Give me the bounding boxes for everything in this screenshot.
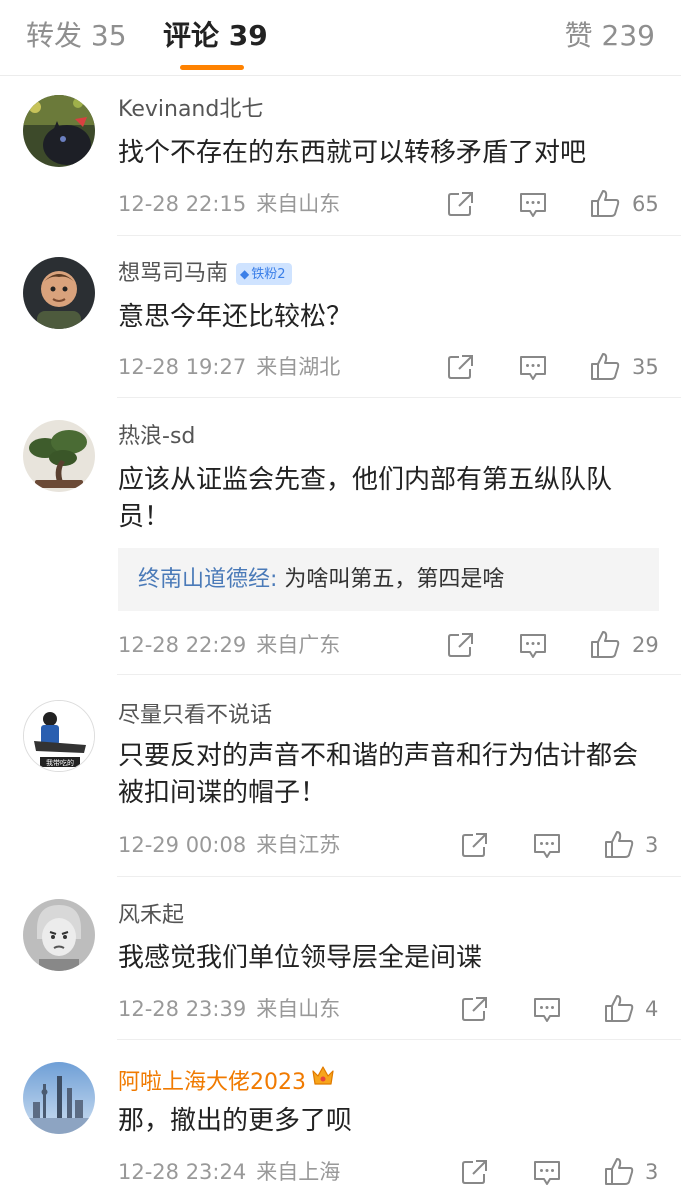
- user-avatar[interactable]: [23, 257, 95, 329]
- comment-location: 来自山东: [256, 997, 341, 1021]
- comment-username[interactable]: 热浪-sd: [118, 422, 195, 452]
- crown-icon[interactable]: [310, 1064, 336, 1088]
- comment-time: 12-28 22:29: [118, 633, 247, 657]
- comment-meta: 12-28 22:29 来自广东: [118, 630, 340, 660]
- comment-meta: 12-29 00:08 来自江苏: [118, 830, 340, 860]
- comment-item: 阿啦上海大佬2023 那，撤出的更多了呗 12-28 23:24 来自上海 3: [0, 1040, 681, 1200]
- comment-text: 我感觉我们单位领导层全是间谍: [118, 943, 483, 973]
- bonsai-tree-icon: [23, 420, 95, 492]
- like-count: 35: [632, 355, 659, 379]
- comment-location: 来自上海: [256, 1160, 341, 1184]
- comment-item: Kevinand北七 找个不存在的东西就可以转移矛盾了对吧 12-28 22:1…: [0, 76, 681, 236]
- like-count: 3: [645, 833, 659, 857]
- comment-text: 找个不存在的东西就可以转移矛盾了对吧: [118, 138, 587, 168]
- reply-icon[interactable]: [518, 632, 548, 660]
- comment-username[interactable]: 想骂司马南: [118, 261, 228, 286]
- comment-item: 热浪-sd 应该从证监会先查，他们内部有第五纵队队员！ 终南山道德经: 为啥叫第…: [0, 398, 681, 675]
- comment-username[interactable]: 尽量只看不说话: [118, 701, 272, 731]
- comment-meta: 12-28 19:27 来自湖北: [118, 352, 340, 382]
- comment-username-row: 想骂司马南 ◆ 铁粉2: [118, 259, 292, 289]
- share-icon[interactable]: [447, 354, 475, 380]
- user-avatar[interactable]: [23, 420, 95, 492]
- like-icon[interactable]: [589, 351, 621, 381]
- comment-meta: 12-28 22:15 来自山东: [118, 189, 340, 219]
- tab-reposts[interactable]: 转发 35: [26, 18, 127, 54]
- like-icon[interactable]: [603, 993, 635, 1023]
- active-tab-indicator: [180, 65, 244, 70]
- reply-author[interactable]: 终南山道德经:: [138, 567, 277, 592]
- diamond-icon: ◆: [240, 267, 250, 281]
- user-avatar[interactable]: [23, 1062, 95, 1134]
- like-count: 65: [632, 192, 659, 216]
- comment-location: 来自江苏: [256, 833, 341, 857]
- comment-item: 我带吃的 尽量只看不说话 只要反对的声音不和谐的声音和行为估计都会被扣间谍的帽子…: [0, 675, 681, 877]
- comment-username[interactable]: Kevinand北七: [118, 95, 263, 125]
- comment-text: 只要反对的声音不和谐的声音和行为估计都会被扣间谍的帽子！: [118, 741, 639, 808]
- comment-item: 想骂司马南 ◆ 铁粉2 意思今年还比较松？ 12-28 19:27 来自湖北 35: [0, 236, 681, 398]
- comment-time: 12-28 19:27: [118, 355, 247, 379]
- fan-badge[interactable]: ◆ 铁粉2: [236, 263, 292, 285]
- share-icon[interactable]: [447, 191, 475, 217]
- reply-icon[interactable]: [518, 354, 548, 382]
- like-count: 4: [645, 997, 659, 1021]
- reply-icon[interactable]: [518, 191, 548, 219]
- comment-meta: 12-28 23:24 来自上海: [118, 1157, 340, 1187]
- comment-location: 来自湖北: [256, 355, 341, 379]
- comment-username-row: 阿啦上海大佬2023: [118, 1064, 336, 1098]
- like-icon[interactable]: [589, 188, 621, 218]
- comment-text: 应该从证监会先查，他们内部有第五纵队队员！: [118, 465, 613, 532]
- cartoon-character-icon: [23, 257, 95, 329]
- reply-icon[interactable]: [532, 832, 562, 860]
- share-icon[interactable]: [461, 832, 489, 858]
- comment-username[interactable]: 风禾起: [118, 901, 184, 931]
- fan-badge-label: 铁粉2: [251, 267, 286, 282]
- comment-location: 来自山东: [256, 192, 341, 216]
- sticker-caption: 我带吃的: [46, 758, 74, 767]
- like-icon[interactable]: [589, 629, 621, 659]
- reply-text: 为啥叫第五，第四是啥: [277, 567, 505, 592]
- reply-icon[interactable]: [532, 1159, 562, 1187]
- cartoon-sticker-icon: 我带吃的: [24, 701, 94, 771]
- comment-location: 来自广东: [256, 633, 341, 657]
- tab-comments[interactable]: 评论 39: [163, 18, 268, 54]
- like-count: 29: [632, 633, 659, 657]
- comment-time: 12-28 23:39: [118, 997, 247, 1021]
- comment-item: 风禾起 我感觉我们单位领导层全是间谍 12-28 23:39 来自山东 4: [0, 877, 681, 1040]
- like-count: 3: [645, 1160, 659, 1184]
- reply-preview[interactable]: 终南山道德经: 为啥叫第五，第四是啥: [118, 548, 659, 611]
- tab-likes[interactable]: 赞 239: [565, 18, 655, 54]
- cat-in-garden-icon: [23, 95, 95, 167]
- share-icon[interactable]: [447, 632, 475, 658]
- grumpy-child-icon: [23, 899, 95, 971]
- user-avatar[interactable]: 我带吃的: [23, 700, 95, 772]
- user-avatar[interactable]: [23, 95, 95, 167]
- user-avatar[interactable]: [23, 899, 95, 971]
- comment-time: 12-28 23:24: [118, 1160, 247, 1184]
- comment-text: 那，撤出的更多了呗: [118, 1106, 353, 1136]
- share-icon[interactable]: [461, 996, 489, 1022]
- reply-icon[interactable]: [532, 996, 562, 1024]
- like-icon[interactable]: [603, 829, 635, 859]
- share-icon[interactable]: [461, 1159, 489, 1185]
- comment-text: 意思今年还比较松？: [118, 302, 353, 332]
- like-icon[interactable]: [603, 1156, 635, 1186]
- comment-tab-bar: 转发 35 评论 39 赞 239: [0, 0, 681, 76]
- comment-meta: 12-28 23:39 来自山东: [118, 994, 340, 1024]
- shanghai-skyline-icon: [23, 1062, 95, 1134]
- comment-time: 12-29 00:08: [118, 833, 247, 857]
- comment-username[interactable]: 阿啦上海大佬2023: [118, 1070, 306, 1095]
- comment-time: 12-28 22:15: [118, 192, 247, 216]
